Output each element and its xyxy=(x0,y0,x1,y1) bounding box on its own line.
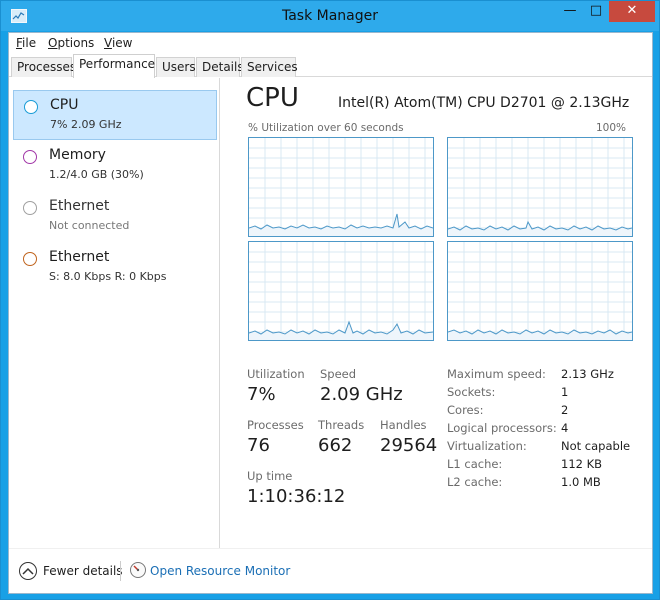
l2-cache-value: 1.0 MB xyxy=(561,475,601,489)
menu-options-label: ptions xyxy=(57,36,95,50)
threads-value: 662 xyxy=(318,435,353,456)
l2-cache-label: L2 cache: xyxy=(447,475,503,489)
cpu-detail-pane: CPU Intel(R) Atom(TM) CPU D2701 @ 2.13GH… xyxy=(221,78,652,548)
utilization-label: Utilization xyxy=(247,367,305,381)
menu-view-label: iew xyxy=(111,36,133,50)
menu-file[interactable]: File xyxy=(16,36,36,50)
cores-label: Cores: xyxy=(447,403,484,417)
max-speed-label: Maximum speed: xyxy=(447,367,546,381)
sidebar-item-ethernet-2[interactable]: Ethernet S: 8.0 Kbps R: 0 Kbps xyxy=(13,243,217,293)
sidebar-item-detail: 7% 2.09 GHz xyxy=(50,118,122,131)
processes-value: 76 xyxy=(247,435,270,456)
cpu-model-name: Intel(R) Atom(TM) CPU D2701 @ 2.13GHz xyxy=(338,95,630,111)
tab-performance[interactable]: Performance xyxy=(73,54,155,78)
cores-value: 2 xyxy=(561,403,569,417)
title-bar[interactable]: Task Manager — □ ✕ xyxy=(1,1,659,31)
cpu-status-circle-icon xyxy=(24,100,38,114)
resource-monitor-icon[interactable] xyxy=(130,562,146,578)
ethernet-status-circle-icon xyxy=(23,201,37,215)
tab-users[interactable]: Users xyxy=(156,57,196,77)
fewer-details-label: Fewer details xyxy=(43,564,123,578)
processes-label: Processes xyxy=(247,418,304,432)
graph-caption: % Utilization over 60 seconds xyxy=(248,122,404,134)
menu-view-mnemonic: V xyxy=(104,36,112,50)
sockets-value: 1 xyxy=(561,385,569,399)
footer-divider xyxy=(120,561,121,581)
footer-bar: Fewer details Open Resource Monitor xyxy=(9,548,652,593)
graph-max-label: 100% xyxy=(595,122,626,134)
virtualization-label: Virtualization: xyxy=(447,439,527,453)
cpu-graph-core-2 xyxy=(248,241,434,341)
handles-label: Handles xyxy=(380,418,427,432)
maximize-button[interactable]: □ xyxy=(583,1,609,22)
menu-file-label: ile xyxy=(22,36,37,50)
sidebar-item-label: CPU xyxy=(50,97,79,113)
sidebar-item-detail: Not connected xyxy=(49,219,130,232)
chevron-up-icon[interactable] xyxy=(19,562,37,580)
logical-processors-label: Logical processors: xyxy=(447,421,557,435)
sockets-label: Sockets: xyxy=(447,385,496,399)
threads-label: Threads xyxy=(318,418,365,432)
menu-options[interactable]: Options xyxy=(48,36,94,50)
open-resource-monitor-link[interactable]: Open Resource Monitor xyxy=(150,564,290,578)
cpu-graph-core-3 xyxy=(447,241,633,341)
ethernet-status-circle-icon xyxy=(23,252,37,266)
speed-value: 2.09 GHz xyxy=(320,384,403,405)
menu-bar: File Options View xyxy=(9,33,652,53)
max-speed-value: 2.13 GHz xyxy=(561,367,614,381)
page-title: CPU xyxy=(246,83,299,113)
sidebar-item-label: Memory xyxy=(49,147,106,163)
tab-details[interactable]: Details xyxy=(196,57,244,77)
close-button[interactable]: ✕ xyxy=(609,1,655,22)
fewer-details-button[interactable]: Fewer details xyxy=(43,564,123,578)
uptime-value: 1:10:36:12 xyxy=(247,486,346,507)
sidebar-item-detail: 1.2/4.0 GB (30%) xyxy=(49,168,144,181)
task-manager-window: Task Manager — □ ✕ File Options View Pro… xyxy=(0,0,660,600)
sidebar-item-memory[interactable]: Memory 1.2/4.0 GB (30%) xyxy=(13,141,217,191)
speed-label: Speed xyxy=(320,367,357,381)
virtualization-value: Not capable xyxy=(561,439,631,453)
tab-services[interactable]: Services xyxy=(241,57,298,77)
utilization-value: 7% xyxy=(247,384,276,405)
sidebar-item-label: Ethernet xyxy=(49,249,110,265)
sidebar-item-ethernet-1[interactable]: Ethernet Not connected xyxy=(13,192,217,242)
handles-value: 29564 xyxy=(380,435,438,456)
l1-cache-value: 112 KB xyxy=(561,457,603,471)
uptime-label: Up time xyxy=(247,469,293,483)
cpu-graph-core-1 xyxy=(447,137,633,237)
sidebar-item-label: Ethernet xyxy=(49,198,110,214)
sidebar-item-cpu[interactable]: CPU 7% 2.09 GHz xyxy=(13,90,217,140)
memory-status-circle-icon xyxy=(23,150,37,164)
tab-processes[interactable]: Processes xyxy=(11,57,76,77)
tab-bar: Processes Performance Users Details Serv… xyxy=(9,53,652,78)
sidebar-item-detail: S: 8.0 Kbps R: 0 Kbps xyxy=(49,270,167,283)
l1-cache-label: L1 cache: xyxy=(447,457,503,471)
performance-panel: CPU 7% 2.09 GHz Memory 1.2/4.0 GB (30%) … xyxy=(9,78,652,548)
menu-view[interactable]: View xyxy=(104,36,132,50)
client-area: File Options View Processes Performance … xyxy=(8,32,653,594)
resource-sidebar: CPU 7% 2.09 GHz Memory 1.2/4.0 GB (30%) … xyxy=(9,78,220,548)
cpu-graph-core-0 xyxy=(248,137,434,237)
logical-processors-value: 4 xyxy=(561,421,569,435)
minimize-button[interactable]: — xyxy=(557,1,583,22)
